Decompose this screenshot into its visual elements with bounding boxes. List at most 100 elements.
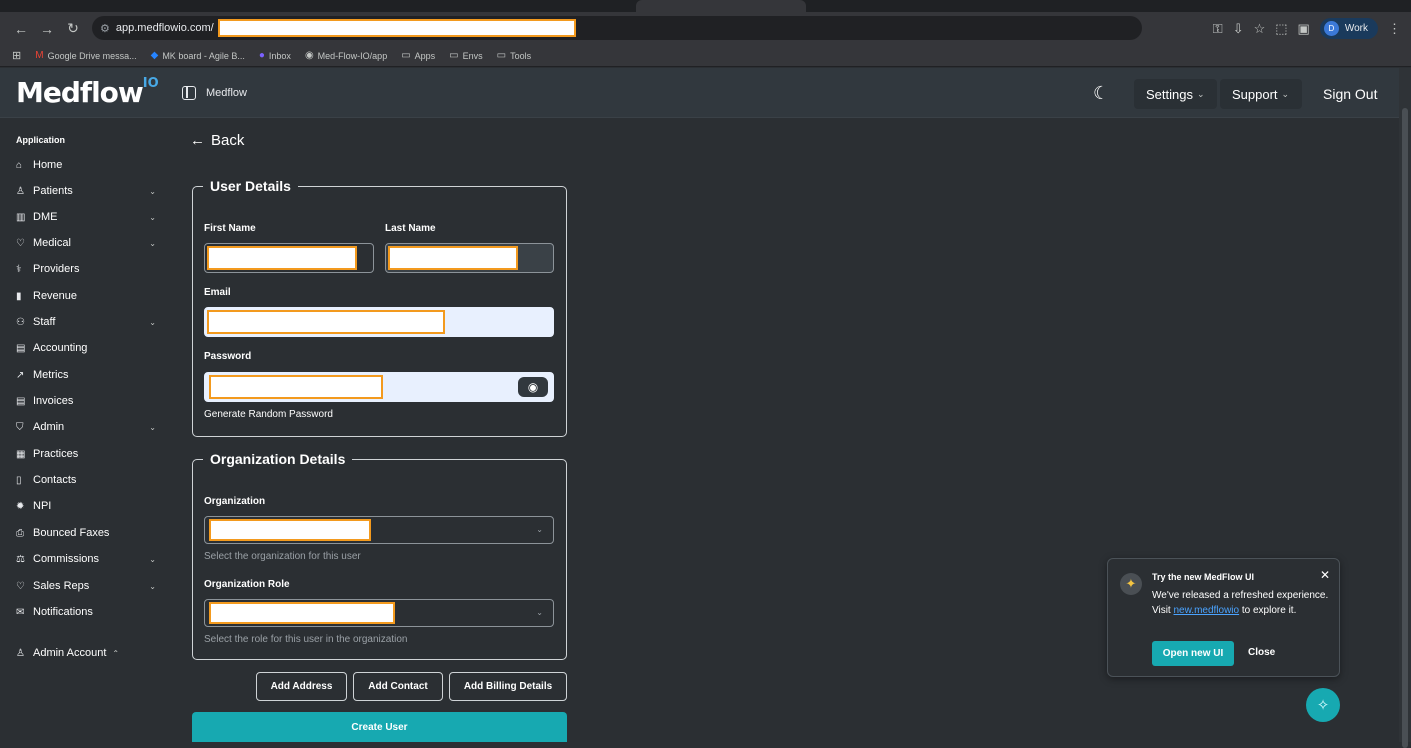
password-input[interactable]: ◉: [204, 372, 554, 402]
scrollbar-thumb[interactable]: [1402, 108, 1408, 748]
back-button[interactable]: ← Back: [190, 132, 244, 149]
npi-icon: ✹: [16, 500, 25, 512]
email-redaction: [207, 310, 445, 334]
eye-icon[interactable]: ◉: [518, 377, 548, 397]
install-icon[interactable]: ⇩: [1233, 21, 1244, 37]
bookmark-google-drive[interactable]: M Google Drive messa...: [35, 50, 136, 61]
support-menu-button[interactable]: Support ⌄: [1220, 79, 1302, 109]
invoices-icon: ▤: [16, 395, 26, 407]
folder-icon: ▭: [449, 50, 459, 61]
reload-icon[interactable]: ↻: [60, 20, 86, 37]
profile-chip[interactable]: D Work: [1319, 18, 1378, 39]
settings-menu-button[interactable]: Settings ⌄: [1134, 79, 1217, 109]
add-contact-button[interactable]: Add Contact: [353, 672, 443, 701]
bookmark-inbox[interactable]: ● Inbox: [259, 50, 291, 61]
sidebar-item-label: Invoices: [33, 395, 74, 407]
sparkle-fab-icon[interactable]: ✧: [1306, 688, 1340, 722]
chevron-down-icon: ⌄: [1196, 88, 1205, 99]
bookmark-label: Google Drive messa...: [47, 50, 137, 61]
generate-random-password-link[interactable]: Generate Random Password: [204, 409, 333, 420]
split-view-icon[interactable]: ▣: [1298, 21, 1310, 37]
create-user-button[interactable]: Create User: [192, 712, 567, 742]
sidebar-item-metrics[interactable]: ↗ Metrics: [16, 365, 158, 385]
last-name-input[interactable]: [385, 243, 554, 273]
email-label: Email: [204, 287, 231, 298]
profile-avatar: D: [1323, 21, 1339, 36]
toast-body-suffix: to explore it.: [1241, 605, 1297, 616]
sidebar-item-accounting[interactable]: ▤ Accounting: [16, 338, 158, 358]
bookmark-apps[interactable]: ▭ Apps: [401, 50, 435, 61]
sidebar-item-providers[interactable]: ⚕ Providers: [16, 259, 158, 279]
support-label: Support: [1232, 86, 1278, 102]
page-scrollbar[interactable]: [1399, 68, 1411, 748]
moon-icon[interactable]: ☾: [1093, 83, 1109, 104]
folder-icon: ▭: [401, 50, 411, 61]
password-redaction: [209, 375, 383, 399]
sidebar-section-label: Application: [16, 135, 65, 145]
close-icon[interactable]: ✕: [1320, 568, 1330, 582]
brand-label: Medflow: [206, 87, 247, 99]
address-bar[interactable]: ⚙ app.medflowio.com/: [92, 16, 1142, 40]
add-billing-details-button[interactable]: Add Billing Details: [449, 672, 567, 701]
bookmark-mk-board[interactable]: ◆ MK board - Agile B...: [151, 50, 245, 61]
bookmark-tools[interactable]: ▭ Tools: [497, 50, 531, 61]
sidebar-item-revenue[interactable]: ▮ Revenue: [16, 286, 158, 306]
sidebar-item-bounced-faxes[interactable]: ⎙ Bounced Faxes: [16, 523, 158, 543]
organization-role-select[interactable]: ⌄: [204, 599, 554, 627]
star-icon[interactable]: ☆: [1254, 21, 1266, 37]
browser-tab-active[interactable]: [636, 0, 806, 12]
sidebar-item-npi[interactable]: ✹ NPI: [16, 496, 158, 516]
organization-select[interactable]: ⌄: [204, 516, 554, 544]
sidebar-item-commissions[interactable]: ⚖ Commissions ⌄: [16, 549, 158, 569]
add-address-button[interactable]: Add Address: [256, 672, 347, 701]
sidebar-toggle-icon[interactable]: [182, 86, 196, 100]
browser-tab-strip: [0, 0, 1411, 12]
email-input[interactable]: [204, 307, 554, 337]
user-icon: ♙: [16, 647, 25, 659]
sidebar-item-dme[interactable]: ▥ DME ⌄: [16, 207, 158, 227]
revenue-icon: ▮: [16, 290, 22, 302]
sales-reps-icon: ♡: [16, 580, 25, 592]
last-name-redaction: [388, 246, 518, 270]
chevron-down-icon: ⌄: [149, 238, 156, 248]
chevron-down-icon: ⌄: [536, 525, 543, 534]
medflow-logo[interactable]: MedflowIO: [16, 76, 159, 109]
chevron-down-icon: ⌄: [536, 608, 543, 617]
organization-details-legend: Organization Details: [210, 451, 346, 467]
sidebar-item-sales-reps[interactable]: ♡ Sales Reps ⌄: [16, 576, 158, 596]
sidebar-admin-account[interactable]: ♙ Admin Account ⌃: [16, 643, 158, 663]
bookmark-github[interactable]: ◉ Med-Flow-IO/app: [305, 50, 387, 61]
bookmark-label: Tools: [510, 50, 532, 61]
sidebar-item-medical[interactable]: ♡ Medical ⌄: [16, 233, 158, 253]
organization-role-helper-text: Select the role for this user in the org…: [204, 634, 408, 645]
extensions-icon[interactable]: ⬚: [1275, 21, 1287, 37]
sidebar-item-staff[interactable]: ⚇ Staff ⌄: [16, 312, 158, 332]
bookmark-envs[interactable]: ▭ Envs: [449, 50, 482, 61]
apps-grid-icon[interactable]: ⊞: [12, 49, 21, 62]
gmail-icon: M: [35, 50, 44, 61]
sidebar-item-contacts[interactable]: ▯ Contacts: [16, 470, 158, 490]
sidebar-item-home[interactable]: ⌂ Home: [16, 155, 158, 175]
kebab-menu-icon[interactable]: ⋮: [1388, 21, 1401, 37]
toast-close-button[interactable]: Close: [1248, 647, 1275, 658]
site-info-icon[interactable]: ⚙: [100, 22, 110, 35]
bookmark-label: Inbox: [268, 50, 291, 61]
toast-link[interactable]: new.medflowio: [1174, 605, 1240, 616]
sign-out-link[interactable]: Sign Out: [1323, 86, 1377, 102]
forward-arrow-icon[interactable]: →: [34, 21, 60, 37]
last-name-label: Last Name: [385, 223, 436, 234]
sidebar-item-admin[interactable]: ⛉ Admin ⌄: [16, 417, 158, 437]
chevron-down-icon: ⌄: [149, 212, 156, 222]
sidebar-item-label: Notifications: [33, 606, 93, 618]
sidebar-item-invoices[interactable]: ▤ Invoices: [16, 391, 158, 411]
first-name-input[interactable]: [204, 243, 374, 273]
sidebar-item-label: Patients: [33, 185, 73, 197]
key-icon[interactable]: ⚿: [1213, 21, 1223, 37]
sidebar-item-patients[interactable]: ♙ Patients ⌄: [16, 181, 158, 201]
sidebar-item-notifications[interactable]: ✉ Notifications: [16, 602, 158, 622]
toast-title: Try the new MedFlow UI: [1152, 572, 1255, 582]
back-arrow-icon[interactable]: ←: [8, 21, 34, 37]
organization-redaction: [209, 519, 371, 541]
sidebar-item-practices[interactable]: ▦ Practices: [16, 444, 158, 464]
open-new-ui-button[interactable]: Open new UI: [1152, 641, 1234, 666]
